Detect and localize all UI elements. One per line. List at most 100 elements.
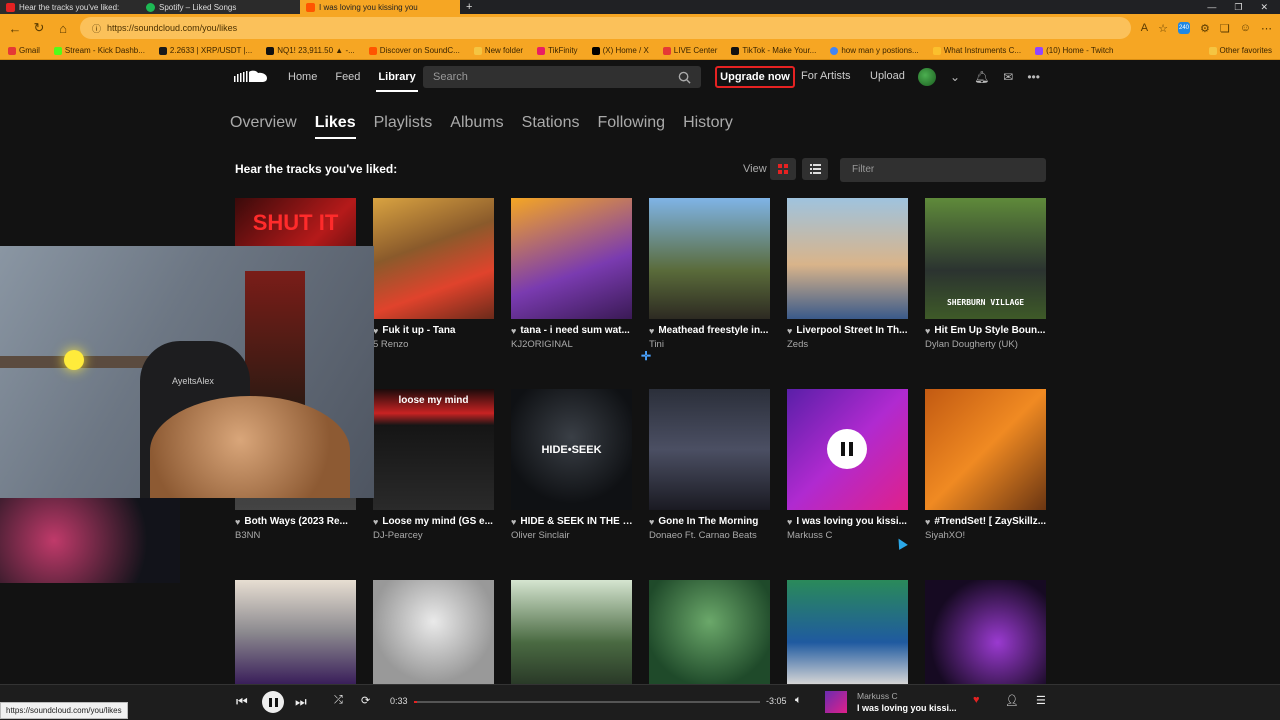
track-tile[interactable]: SHERBURN VILLAGE ♥ Hit Em Up Style Boun...…	[925, 198, 1047, 350]
refresh-icon[interactable]: ↻	[32, 20, 46, 36]
heart-icon[interactable]: ♥	[235, 517, 240, 527]
track-artwork[interactable]	[925, 389, 1046, 510]
bookmark-item[interactable]: What Instruments C...	[932, 46, 1021, 55]
track-title[interactable]: ♥ Fuk it up - Tana	[373, 325, 495, 336]
tab-likes[interactable]: Likes	[314, 114, 356, 139]
tab-stations[interactable]: Stations	[522, 114, 580, 132]
browser-tab[interactable]: Hear the tracks you've liked:	[0, 0, 140, 14]
queue-icon[interactable]: ☰	[1036, 694, 1046, 707]
profile-icon[interactable]: ☺	[1240, 22, 1251, 34]
upload-link[interactable]: Upload	[870, 70, 905, 82]
next-icon[interactable]: ⏭	[295, 694, 307, 710]
heart-icon[interactable]: ♥	[511, 517, 516, 527]
new-tab-icon[interactable]: +	[460, 1, 478, 13]
track-artwork[interactable]	[373, 580, 494, 684]
track-artist[interactable]: KJ2ORIGINAL	[511, 339, 633, 350]
track-artwork[interactable]	[235, 580, 356, 684]
track-title[interactable]: ♥ Meathead freestyle in...	[649, 325, 771, 336]
heart-icon[interactable]: ♥	[373, 517, 378, 527]
bookmark-item[interactable]: Stream - Kick Dashb...	[53, 46, 145, 55]
track-title[interactable]: ♥ tana - i need sum wat...	[511, 325, 633, 336]
now-playing-artist[interactable]: Markuss C	[857, 691, 898, 701]
track-title[interactable]: ♥ I was loving you kissi...	[787, 516, 909, 527]
track-artwork[interactable]	[787, 580, 908, 684]
tab-overview[interactable]: Overview	[230, 114, 297, 132]
bookmark-item[interactable]: Gmail	[8, 46, 40, 55]
track-tile[interactable]: ♥ Meathead freestyle in... Tini	[649, 198, 771, 350]
track-tile[interactable]: ♥ Fuk it up - Tana 5 Renzo	[373, 198, 495, 350]
back-icon[interactable]: ←	[8, 21, 22, 36]
track-tile[interactable]	[787, 580, 909, 684]
bookmark-item[interactable]: TikTok - Make Your...	[731, 46, 816, 55]
track-artwork[interactable]	[649, 198, 770, 319]
grid-view-button[interactable]	[770, 158, 796, 180]
track-tile[interactable]: HIDE•SEEK ♥ HIDE & SEEK IN THE R... Oliver …	[511, 389, 633, 541]
track-artist[interactable]: B3NN	[235, 530, 357, 541]
bookmark-item[interactable]: NQ1! 23,911.50 ▲ -...	[266, 46, 355, 55]
track-artist[interactable]: Zeds	[787, 339, 909, 350]
progress-bar[interactable]	[414, 701, 760, 703]
track-artwork[interactable]	[787, 198, 908, 319]
tab-playlists[interactable]: Playlists	[374, 114, 433, 132]
favorite-star-icon[interactable]: ☆	[1158, 22, 1168, 35]
track-tile[interactable]: ♥ tana - i need sum wat... KJ2ORIGINAL	[511, 198, 633, 350]
track-artist[interactable]: Dylan Dougherty (UK)	[925, 339, 1047, 350]
track-artist[interactable]: 5 Renzo	[373, 339, 495, 350]
heart-icon[interactable]: ♥	[649, 517, 654, 527]
track-artist[interactable]: SiyahXO!	[925, 530, 1047, 541]
track-tile[interactable]: ♥ #TrendSet! [ ZaySkillz... SiyahXO!	[925, 389, 1047, 541]
extension-badge[interactable]: 240	[1178, 22, 1191, 34]
track-artist[interactable]: Donaeo Ft. Carnao Beats	[649, 530, 771, 541]
now-playing-artwork[interactable]	[825, 691, 847, 713]
track-artist[interactable]: Tini	[649, 339, 771, 350]
pause-overlay-button[interactable]	[827, 429, 867, 469]
track-tile[interactable]	[925, 580, 1047, 684]
track-tile[interactable]	[511, 580, 633, 684]
track-artwork[interactable]	[649, 580, 770, 684]
track-artwork[interactable]: SHERBURN VILLAGE	[925, 198, 1046, 319]
tab-following[interactable]: Following	[597, 114, 665, 132]
track-artwork[interactable]	[787, 389, 908, 510]
for-artists-link[interactable]: For Artists	[801, 70, 851, 82]
bookmark-item[interactable]: TikFinity	[537, 46, 578, 55]
chevron-down-icon[interactable]: ⌄	[950, 70, 960, 84]
track-title[interactable]: ♥ Loose my mind (GS e...	[373, 516, 495, 527]
track-artwork[interactable]	[511, 580, 632, 684]
more-icon[interactable]: ⋯	[1261, 22, 1272, 35]
nav-home[interactable]: Home	[288, 71, 317, 83]
nav-library[interactable]: Library	[376, 71, 419, 92]
track-artwork[interactable]	[373, 198, 494, 319]
filter-input[interactable]: Filter	[840, 158, 1046, 182]
heart-icon[interactable]: ♥	[787, 517, 792, 527]
track-tile[interactable]: ♥ Gone In The Morning Donaeo Ft. Carnao Be…	[649, 389, 771, 541]
track-artwork[interactable]: HIDE•SEEK	[511, 389, 632, 510]
minimize-icon[interactable]: —	[1207, 2, 1216, 13]
bookmark-item[interactable]: (X) Home / X	[591, 46, 649, 55]
heart-icon[interactable]: ♥	[649, 326, 654, 336]
track-tile[interactable]	[235, 580, 357, 684]
close-icon[interactable]: ✕	[1260, 2, 1268, 13]
heart-icon[interactable]: ♥	[511, 326, 516, 336]
read-aloud-icon[interactable]: A	[1141, 22, 1148, 34]
now-playing-title[interactable]: I was loving you kissi...	[857, 703, 957, 713]
bell-icon[interactable]: 🔔︎	[974, 70, 989, 84]
bookmark-item[interactable]: New folder	[473, 46, 523, 55]
tab-albums[interactable]: Albums	[450, 114, 503, 132]
heart-icon[interactable]: ♥	[925, 517, 930, 527]
track-tile[interactable]	[649, 580, 771, 684]
follow-user-icon[interactable]: 👤︎	[1005, 694, 1019, 707]
heart-icon[interactable]: ♥	[787, 326, 792, 336]
more-icon[interactable]: •••	[1027, 70, 1040, 84]
search-icon[interactable]	[678, 71, 691, 84]
pause-button[interactable]	[262, 691, 284, 713]
track-artwork[interactable]	[649, 389, 770, 510]
previous-icon[interactable]: ⏮	[236, 694, 248, 710]
track-artist[interactable]: DJ-Pearcey	[373, 530, 495, 541]
list-view-button[interactable]	[802, 158, 828, 180]
other-favorites[interactable]: Other favorites	[1208, 46, 1272, 55]
repeat-icon[interactable]: ⟳	[361, 694, 370, 707]
heart-icon[interactable]: ♥	[925, 326, 930, 336]
track-artwork[interactable]	[925, 580, 1046, 684]
track-artwork[interactable]	[511, 198, 632, 319]
home-icon[interactable]: ⌂	[56, 21, 70, 36]
